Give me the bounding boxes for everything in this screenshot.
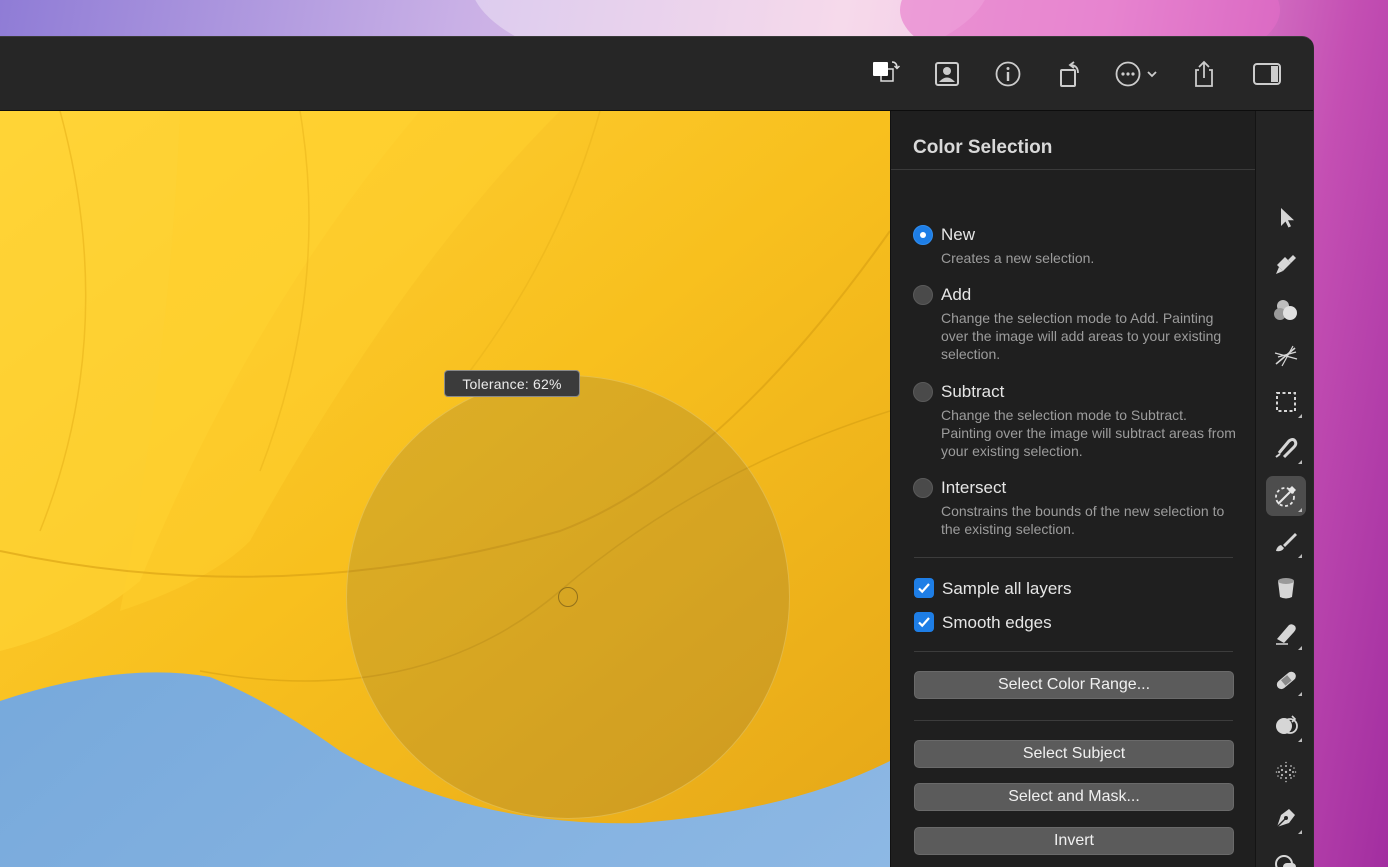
submenu-indicator [1298,460,1302,464]
checkbox-label: Smooth edges [942,613,1052,632]
rotate-icon[interactable] [1053,57,1087,91]
divider [891,169,1256,170]
info-icon[interactable] [991,57,1025,91]
app-window: Tolerance: 62% Color Selection New Creat… [0,36,1314,867]
color-adjust-icon[interactable] [1266,290,1306,330]
swap-colors-icon[interactable] [868,57,902,91]
mode-description: Constrains the bounds of the new selecti… [941,503,1225,537]
submenu-indicator [1298,414,1302,418]
select-and-mask-button[interactable]: Select and Mask... [914,783,1234,811]
brush-icon[interactable] [1266,522,1306,562]
toolbar [0,37,1313,111]
sidebar-toggle-icon[interactable] [1250,57,1284,91]
divider [914,651,1233,652]
submenu-indicator [1298,554,1302,558]
tolerance-tooltip: Tolerance: 62% [444,370,580,397]
smooth-edges-checkbox[interactable] [914,612,934,632]
clone-icon[interactable] [1266,706,1306,746]
shapes-icon[interactable] [1266,846,1306,867]
mode-description: Change the selection mode to Add. Painti… [941,310,1222,362]
color-select-icon[interactable] [1266,476,1306,516]
pen-icon[interactable] [1266,798,1306,838]
noise-icon[interactable] [1266,752,1306,792]
submenu-indicator [1298,830,1302,834]
submenu-indicator [1298,646,1302,650]
divider [914,720,1233,721]
paint-bucket-icon[interactable] [1266,568,1306,608]
divider [914,557,1233,558]
submenu-indicator [1298,692,1302,696]
mode-label: Intersect [941,478,1007,497]
bandage-repair-icon[interactable] [1266,660,1306,700]
mode-label: Add [941,285,972,304]
mode-label: Subtract [941,382,1005,401]
image-canvas[interactable]: Tolerance: 62% [0,111,890,867]
sample-all-layers-checkbox[interactable] [914,578,934,598]
submenu-indicator [1298,508,1302,512]
checkbox-label: Sample all layers [942,579,1072,598]
paint-roller-icon[interactable] [1266,244,1306,284]
mode-description: Change the selection mode to Subtract. P… [941,407,1236,459]
submenu-indicator [1298,738,1302,742]
sparkle-effects-icon[interactable] [1266,336,1306,376]
tools-bar [1255,111,1313,867]
more-options-icon[interactable] [1112,57,1162,91]
eraser-icon[interactable] [1266,614,1306,654]
radio-intersect[interactable] [913,478,933,498]
share-icon[interactable] [1187,57,1221,91]
radio-add[interactable] [913,285,933,305]
brush-center-marker [558,587,578,607]
magnetic-lasso-icon[interactable] [1266,428,1306,468]
radio-subtract[interactable] [913,382,933,402]
rectangle-select-icon[interactable] [1266,382,1306,422]
radio-new[interactable] [913,225,933,245]
select-color-range-button[interactable]: Select Color Range... [914,671,1234,699]
panel-title: Color Selection [913,137,1053,158]
mode-description: Creates a new selection. [941,250,1095,266]
portrait-icon[interactable] [930,57,964,91]
select-subject-button[interactable]: Select Subject [914,740,1234,768]
invert-button[interactable]: Invert [914,827,1234,855]
color-selection-panel: Color Selection New Creates a new select… [890,111,1256,867]
arrow-pointer-icon[interactable] [1266,198,1306,238]
mode-label: New [941,225,976,244]
